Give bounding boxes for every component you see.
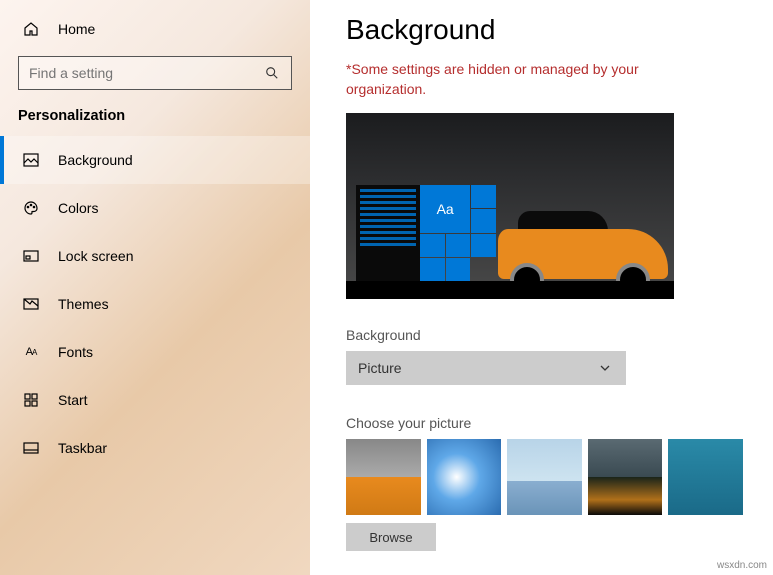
picture-thumb-2[interactable]	[427, 439, 502, 515]
sidebar-item-label: Lock screen	[58, 248, 133, 264]
choose-picture-label: Choose your picture	[346, 415, 743, 431]
sidebar-item-label: Background	[58, 152, 133, 168]
sidebar-item-themes[interactable]: Themes	[0, 280, 310, 328]
themes-icon	[22, 295, 40, 313]
search-icon	[263, 64, 281, 82]
search-container	[18, 56, 292, 90]
preview-tile-aa: Aa	[420, 185, 470, 233]
preview-taskbar	[346, 281, 674, 299]
home-icon	[22, 20, 40, 38]
chevron-down-icon	[596, 359, 614, 377]
sidebar: Home Personalization Background Colors L…	[0, 0, 310, 575]
picture-thumbnails	[346, 439, 743, 515]
lock-screen-icon	[22, 247, 40, 265]
picture-icon	[22, 151, 40, 169]
picture-thumb-3[interactable]	[507, 439, 582, 515]
picture-thumb-4[interactable]	[588, 439, 663, 515]
desktop-preview: Aa	[346, 113, 674, 299]
sidebar-item-label: Taskbar	[58, 440, 107, 456]
sidebar-item-background[interactable]: Background	[0, 136, 310, 184]
picture-thumb-5[interactable]	[668, 439, 743, 515]
background-field-label: Background	[346, 327, 743, 343]
browse-button[interactable]: Browse	[346, 523, 436, 551]
search-input[interactable]	[18, 56, 292, 90]
sidebar-item-label: Start	[58, 392, 88, 408]
taskbar-icon	[22, 439, 40, 457]
background-dropdown-value: Picture	[358, 360, 402, 376]
home-button[interactable]: Home	[0, 12, 310, 46]
sidebar-item-label: Colors	[58, 200, 98, 216]
background-dropdown[interactable]: Picture	[346, 351, 626, 385]
sidebar-item-lock-screen[interactable]: Lock screen	[0, 232, 310, 280]
section-title: Personalization	[0, 104, 310, 136]
page-title: Background	[346, 14, 743, 46]
start-icon	[22, 391, 40, 409]
picture-thumb-1[interactable]	[346, 439, 421, 515]
browse-button-label: Browse	[369, 530, 412, 545]
sidebar-item-fonts[interactable]: AA Fonts	[0, 328, 310, 376]
sidebar-item-start[interactable]: Start	[0, 376, 310, 424]
sidebar-item-taskbar[interactable]: Taskbar	[0, 424, 310, 472]
sidebar-item-label: Themes	[58, 296, 109, 312]
preview-start-menu: Aa	[356, 185, 496, 281]
main-content: Background *Some settings are hidden or …	[310, 0, 773, 575]
watermark: wsxdn.com	[717, 560, 767, 571]
sidebar-item-colors[interactable]: Colors	[0, 184, 310, 232]
search-field[interactable]	[29, 65, 263, 81]
policy-warning: *Some settings are hidden or managed by …	[346, 60, 706, 99]
sidebar-item-label: Fonts	[58, 344, 93, 360]
home-label: Home	[58, 21, 95, 37]
palette-icon	[22, 199, 40, 217]
fonts-icon: AA	[22, 343, 40, 361]
